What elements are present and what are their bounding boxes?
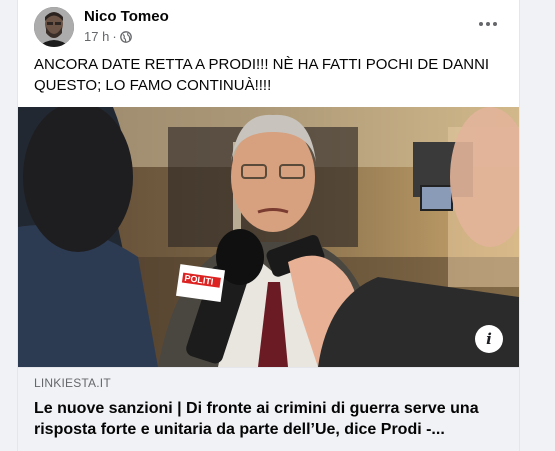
post-header: Nico Tomeo 17 h · [18,0,519,52]
globe-icon[interactable] [119,30,132,43]
link-title[interactable]: Le nuove sanzioni | Di fronte ai crimini… [34,398,504,440]
author-name[interactable]: Nico Tomeo [84,8,169,25]
post-image[interactable]: POLITI i [18,107,519,367]
meta-separator: · [112,29,117,44]
link-preview[interactable]: LINKIESTA.IT Le nuove sanzioni | Di fron… [18,367,519,451]
info-icon[interactable]: i [475,325,503,353]
more-options-icon[interactable] [471,10,505,38]
post-meta: 17 h · [84,29,132,44]
post-text: ANCORA DATE RETTA A PRODI!!! NÈ HA FATTI… [34,56,490,94]
post-card: Nico Tomeo 17 h · ANCORA DATE RETTA A PR… [18,0,519,451]
avatar[interactable] [34,7,74,47]
post-time[interactable]: 17 h [84,29,109,44]
link-domain: LINKIESTA.IT [34,376,111,390]
